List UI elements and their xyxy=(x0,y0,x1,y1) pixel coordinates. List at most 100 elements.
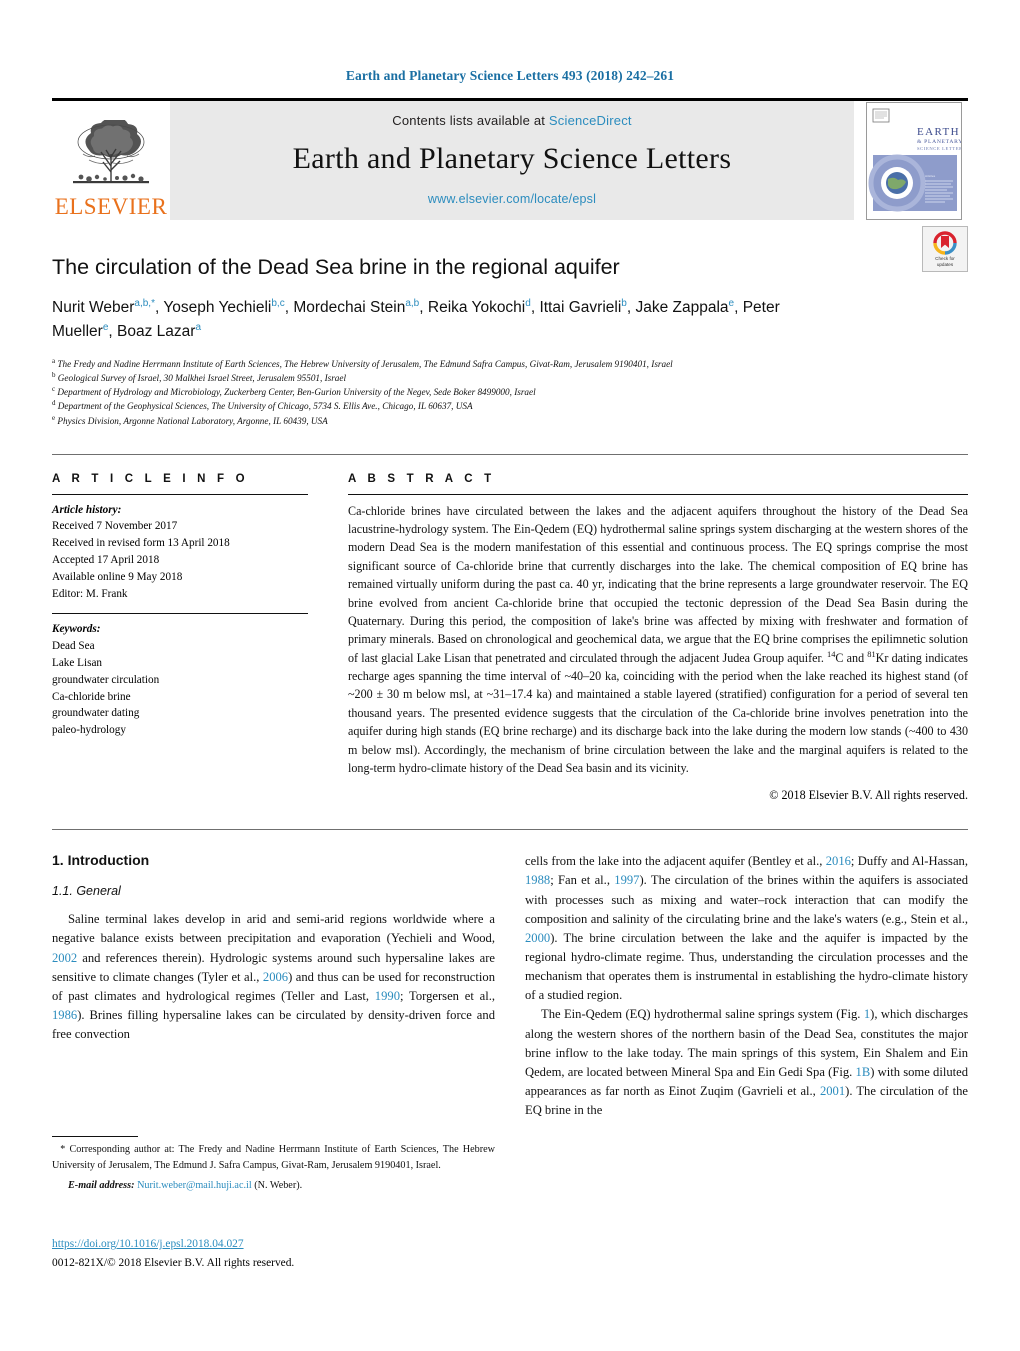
contents-line: Contents lists available at ScienceDirec… xyxy=(392,113,631,128)
footnote-divider xyxy=(52,1136,138,1137)
article-history-item: Available online 9 May 2018 xyxy=(52,570,183,583)
abstract-heading: A B S T R A C T xyxy=(348,472,496,485)
paragraph-right-2: The Ein-Qedem (EQ) hydrothermal saline s… xyxy=(525,1005,968,1120)
text-run: ). The brine circulation between the lak… xyxy=(525,930,968,1003)
journal-masthead: ELSEVIER Contents lists available at Sci… xyxy=(52,98,968,220)
abstract-text: Ca-chloride brines have circulated betwe… xyxy=(348,502,968,778)
affiliation-text: The Fredy and Nadine Herrmann Institute … xyxy=(57,359,673,370)
author-name: Reika Yokochi xyxy=(427,299,526,317)
divider xyxy=(52,613,308,615)
affiliation-item: d Department of the Geophysical Sciences… xyxy=(52,399,852,413)
paragraph-right-1: cells from the lake into the adjacent aq… xyxy=(525,852,968,1005)
affiliation-item: c Department of Hydrology and Microbiolo… xyxy=(52,385,852,399)
doi-link[interactable]: https://doi.org/10.1016/j.epsl.2018.04.0… xyxy=(52,1236,495,1253)
author-list: Nurit Webera,b,*, Yoseph Yechielib,c, Mo… xyxy=(52,296,842,343)
citation-link[interactable]: 2001 xyxy=(820,1084,845,1098)
journal-title: Earth and Planetary Science Letters xyxy=(292,142,732,175)
author-1: Yoseph Yechielib,c xyxy=(163,298,285,317)
author-affil-marker: b,c xyxy=(271,298,285,310)
sciencedirect-link[interactable]: ScienceDirect xyxy=(549,113,632,128)
elsevier-tree-icon xyxy=(73,120,149,184)
article-page: Earth and Planetary Science Letters 493 … xyxy=(0,0,1020,1351)
author-4: Ittai Gavrielib xyxy=(539,298,626,316)
affiliation-text: Department of the Geophysical Sciences, … xyxy=(57,401,473,412)
citation-link[interactable]: 1997 xyxy=(614,873,639,887)
citation-link[interactable]: 2002 xyxy=(52,951,77,965)
author-affil-marker: a,b,* xyxy=(134,298,155,310)
subsection-heading-general: 1.1. General xyxy=(52,884,121,899)
citation-link[interactable]: 1990 xyxy=(375,989,400,1003)
section-heading-introduction: 1. Introduction xyxy=(52,852,150,869)
author-name: Mordechai Stein xyxy=(293,299,406,317)
article-editor: Editor: M. Frank xyxy=(52,587,128,600)
body-column-right: cells from the lake into the adjacent aq… xyxy=(525,852,968,1159)
copyright-line: © 2018 Elsevier B.V. All rights reserved… xyxy=(769,788,968,803)
affiliation-marker: a xyxy=(52,357,56,366)
corresponding-author-marker: * xyxy=(60,1144,66,1155)
divider xyxy=(348,493,968,495)
svg-text:& PLANETARY: & PLANETARY xyxy=(917,139,962,145)
body-column-left: 1. Introduction 1.1. General Saline term… xyxy=(52,852,495,1159)
text-run: ; Fan et al., xyxy=(550,873,615,888)
elsevier-wordmark: ELSEVIER xyxy=(54,194,168,219)
author-sep: , xyxy=(734,299,743,317)
text-run: ; Duffy and Al-Hassan, xyxy=(850,854,968,869)
citation-link[interactable]: 2000 xyxy=(525,931,550,945)
email-suffix: (N. Weber). xyxy=(254,1179,303,1191)
journal-cover-art: EARTH & PLANETARY SCIENCE LETTERS Articl… xyxy=(867,102,962,219)
affiliation-marker: d xyxy=(52,399,56,408)
keyword-item: groundwater dating xyxy=(52,707,140,720)
text-run: Saline terminal lakes develop in arid an… xyxy=(52,912,495,946)
text-run: cells from the lake into the adjacent aq… xyxy=(525,854,826,869)
footnote-block: * Corresponding author at: The Fredy and… xyxy=(52,1136,495,1193)
keyword-item: paleo-hydrology xyxy=(52,724,126,737)
info-abstract-section: A R T I C L E I N F O Article history: R… xyxy=(52,453,968,804)
affiliation-text: Department of Hydrology and Microbiology… xyxy=(57,387,536,398)
crossmark-icon xyxy=(933,231,957,255)
abstract-part-2: Kr dating indicates recharge ages spanni… xyxy=(348,650,968,775)
author-2: Mordechai Steina,b xyxy=(293,298,420,317)
article-history-item: Received in revised form 13 April 2018 xyxy=(52,537,230,550)
article-info-heading: A R T I C L E I N F O xyxy=(52,472,249,485)
citation-link[interactable]: 2016 xyxy=(826,854,851,868)
article-info-column: A R T I C L E I N F O Article history: R… xyxy=(52,473,308,804)
keyword-item: Lake Lisan xyxy=(52,657,103,670)
keyword-item: groundwater circulation xyxy=(52,673,160,686)
keyword-item: Ca-chloride brine xyxy=(52,690,131,703)
author-7: Boaz Lazara xyxy=(117,321,201,340)
author-name: Yoseph Yechieli xyxy=(163,299,272,317)
elsevier-logo: ELSEVIER xyxy=(52,101,170,220)
corresponding-author-text: Corresponding author at: The Fredy and N… xyxy=(52,1144,495,1171)
citation-link[interactable]: 2006 xyxy=(263,970,288,984)
author-5: Jake Zappalae xyxy=(635,298,734,316)
abstract-mid: C and xyxy=(835,650,868,665)
author-affil-marker: a xyxy=(195,321,201,333)
author-affil-marker: a,b xyxy=(405,298,420,310)
affiliation-item: a The Fredy and Nadine Herrmann Institut… xyxy=(52,357,852,371)
body-section: 1. Introduction 1.1. General Saline term… xyxy=(52,829,968,1159)
doi-block: https://doi.org/10.1016/j.epsl.2018.04.0… xyxy=(52,1236,495,1272)
affiliation-text: Geological Survey of Israel, 30 Malkhei … xyxy=(57,373,347,384)
divider xyxy=(52,493,308,495)
author-3: Reika Yokochid xyxy=(427,298,531,317)
crossmark-label: Check for updates xyxy=(935,256,955,267)
affiliation-marker: b xyxy=(52,371,56,380)
journal-cover-thumbnail: EARTH & PLANETARY SCIENCE LETTERS Articl… xyxy=(860,101,968,220)
keyword-item: Dead Sea xyxy=(52,640,95,653)
author-name: Nurit Weber xyxy=(52,299,135,317)
abstract-part-1: Ca-chloride brines have circulated betwe… xyxy=(348,503,968,665)
author-sep: , xyxy=(108,322,118,340)
figure-link[interactable]: 1B xyxy=(856,1065,871,1079)
citation-link[interactable]: 1988 xyxy=(525,873,550,887)
affiliation-item: b Geological Survey of Israel, 30 Malkhe… xyxy=(52,371,852,385)
crossmark-badge[interactable]: Check for updates xyxy=(922,226,968,272)
affiliation-text: Physics Division, Argonne National Labor… xyxy=(57,415,328,426)
journal-banner: Contents lists available at ScienceDirec… xyxy=(170,101,854,220)
author-sep: , xyxy=(419,299,428,317)
article-history-item: Received 7 November 2017 xyxy=(52,520,178,533)
author-0: Nurit Webera,b,* xyxy=(52,298,155,317)
email-link[interactable]: Nurit.weber@mail.huji.ac.il xyxy=(137,1180,252,1191)
citation-link[interactable]: 1986 xyxy=(52,1008,77,1022)
journal-homepage-link[interactable]: www.elsevier.com/locate/epsl xyxy=(428,192,596,206)
article-history-label: Article history: xyxy=(52,503,122,516)
